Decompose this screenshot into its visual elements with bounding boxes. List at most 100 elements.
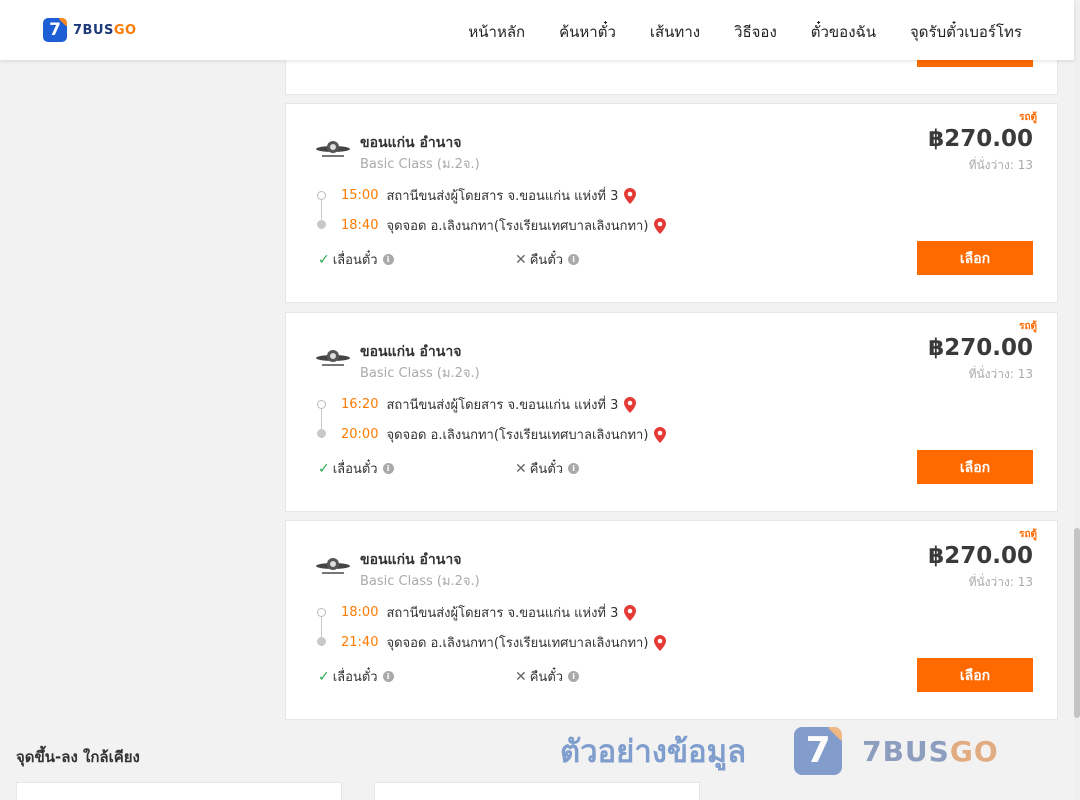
map-pin-icon[interactable] (624, 396, 637, 413)
trip-card: ขอนแก่น อำนาจ Basic Class (ม.2จ.) รถตู้฿27… (285, 103, 1058, 303)
trip-price: ฿270.00 (928, 126, 1033, 152)
page-scrollbar[interactable] (1074, 0, 1080, 800)
arrival-place: จุดจอด อ.เลิงนกทา(โรงเรียนเทศบาลเลิงนกทา… (386, 428, 649, 443)
map-pin-icon[interactable] (654, 634, 667, 651)
arrival-stop: 20:00 จุดจอด อ.เลิงนกทา(โรงเรียนเทศบาลเลิ… (341, 424, 667, 445)
trip-price: ฿270.00 (928, 543, 1033, 569)
info-icon[interactable]: i (382, 254, 394, 265)
change-ticket-label: เลื่อนตั๋ว (332, 253, 378, 268)
operator-emblem-icon (314, 554, 352, 578)
refund-ticket-label: คืนตั๋ว (529, 462, 564, 477)
arrival-time: 21:40 (341, 635, 379, 650)
arrival-stop: 21:40 จุดจอด อ.เลิงนกทา(โรงเรียนเทศบาลเลิ… (341, 632, 667, 653)
timeline-line (321, 617, 322, 637)
arrival-stop: 18:40 จุดจอด อ.เลิงนกทา(โรงเรียนเทศบาลเลิ… (341, 215, 667, 236)
arrival-time: 18:40 (341, 218, 379, 233)
change-ticket-label: เลื่อนตั๋ว (332, 670, 378, 685)
departure-stop: 16:20 สถานีขนส่งผู้โดยสาร จ.ขอนแก่น แห่งท… (341, 394, 637, 415)
select-trip-button[interactable]: เลือก (917, 450, 1033, 484)
change-ticket-label: เลื่อนตั๋ว (332, 462, 378, 477)
arrival-time: 20:00 (341, 427, 379, 442)
cross-icon: ✕ (515, 668, 527, 685)
map-pin-icon[interactable] (624, 187, 637, 204)
check-icon: ✓ (318, 668, 330, 685)
arrival-place: จุดจอด อ.เลิงนกทา(โรงเรียนเทศบาลเลิงนกทา… (386, 219, 649, 234)
seats-available: ที่นั่งว่าง: 13 (968, 367, 1033, 381)
trip-price: ฿270.00 (928, 335, 1033, 361)
refund-ticket-label: คืนตั๋ว (529, 670, 564, 685)
departure-place: สถานีขนส่งผู้โดยสาร จ.ขอนแก่น แห่งที่ 3 (386, 398, 619, 413)
nav-my-tickets[interactable]: ตั๋วของฉัน (811, 20, 876, 44)
departure-place: สถานีขนส่งผู้โดยสาร จ.ขอนแก่น แห่งที่ 3 (386, 606, 619, 621)
main-nav: หน้าหลัก ค้นหาตั๋ว เส้นทาง วิธีจอง ตั๋วข… (468, 20, 1022, 44)
departure-stop: 18:00 สถานีขนส่งผู้โดยสาร จ.ขอนแก่น แห่งท… (341, 602, 637, 623)
timeline-start-dot (317, 400, 326, 409)
operator-name: ขอนแก่น อำนาจ (360, 344, 462, 360)
logo-wordmark: 7BUSGO (73, 22, 137, 38)
change-ticket-feature: ✓ เลื่อนตั๋ว i (318, 666, 394, 687)
trip-card: ขอนแก่น อำนาจ Basic Class (ม.2จ.) รถตู้฿27… (285, 312, 1058, 512)
operator-emblem-icon (314, 137, 352, 161)
info-icon[interactable]: i (382, 463, 394, 474)
seats-available: ที่นั่งว่าง: 13 (968, 158, 1033, 172)
select-trip-button[interactable]: เลือก (917, 241, 1033, 275)
operator-name: ขอนแก่น อำนาจ (360, 552, 462, 568)
select-trip-button[interactable]: เลือก (917, 658, 1033, 692)
watermark-brand: 7BUSGO (862, 734, 999, 768)
bus-class: Basic Class (ม.2จ.) (360, 366, 480, 381)
change-ticket-feature: ✓ เลื่อนตั๋ว i (318, 458, 394, 479)
map-pin-icon[interactable] (624, 604, 637, 621)
check-icon: ✓ (318, 460, 330, 477)
nav-home[interactable]: หน้าหลัก (468, 20, 525, 44)
cross-icon: ✕ (515, 460, 527, 477)
timeline-end-dot (317, 220, 326, 229)
top-header: 7 7BUSGO หน้าหลัก ค้นหาตั๋ว เส้นทาง วิธี… (0, 0, 1074, 60)
timeline-line (321, 409, 322, 429)
nav-ticket-pickup[interactable]: จุดรับตั๋วเบอร์โทร (910, 20, 1022, 44)
sample-data-watermark: ตัวอย่างข้อมูล 7 7BUSGO (560, 726, 999, 776)
departure-time: 15:00 (341, 188, 379, 203)
departure-stop: 15:00 สถานีขนส่งผู้โดยสาร จ.ขอนแก่น แห่งท… (341, 185, 637, 206)
operator-emblem-icon (314, 346, 352, 370)
check-icon: ✓ (318, 251, 330, 268)
bus-class: Basic Class (ม.2จ.) (360, 574, 480, 589)
trip-card: ขอนแก่น อำนาจ Basic Class (ม.2จ.) รถตู้฿27… (285, 520, 1058, 720)
vehicle-type-badge: รถตู้ (1019, 321, 1037, 332)
nav-routes[interactable]: เส้นทาง (650, 20, 700, 44)
nearby-stop-card[interactable] (16, 782, 342, 800)
info-icon[interactable]: i (568, 463, 580, 474)
cross-icon: ✕ (515, 251, 527, 268)
watermark-text: ตัวอย่างข้อมูล (560, 734, 747, 770)
info-icon[interactable]: i (568, 671, 580, 682)
map-pin-icon[interactable] (654, 426, 667, 443)
refund-ticket-feature: ✕ คืนตั๋ว i (515, 458, 580, 479)
nav-search-ticket[interactable]: ค้นหาตั๋ว (559, 20, 616, 44)
refund-ticket-label: คืนตั๋ว (529, 253, 564, 268)
bus-class: Basic Class (ม.2จ.) (360, 157, 480, 172)
logo-badge-icon: 7 (43, 18, 67, 42)
departure-place: สถานีขนส่งผู้โดยสาร จ.ขอนแก่น แห่งที่ 3 (386, 189, 619, 204)
seats-available: ที่นั่งว่าง: 13 (968, 575, 1033, 589)
nearby-stops-title: จุดขึ้น-ลง ใกล้เคียง (16, 748, 140, 766)
timeline-end-dot (317, 429, 326, 438)
timeline-line (321, 200, 322, 220)
watermark-logo-icon: 7 (794, 727, 843, 775)
timeline-start-dot (317, 191, 326, 200)
map-pin-icon[interactable] (654, 217, 667, 234)
info-icon[interactable]: i (382, 671, 394, 682)
site-logo[interactable]: 7 7BUSGO (43, 18, 137, 42)
arrival-place: จุดจอด อ.เลิงนกทา(โรงเรียนเทศบาลเลิงนกทา… (386, 636, 649, 651)
refund-ticket-feature: ✕ คืนตั๋ว i (515, 249, 580, 270)
operator-name: ขอนแก่น อำนาจ (360, 135, 462, 151)
timeline-start-dot (317, 608, 326, 617)
change-ticket-feature: ✓ เลื่อนตั๋ว i (318, 249, 394, 270)
timeline-end-dot (317, 637, 326, 646)
nav-how-to-book[interactable]: วิธีจอง (734, 20, 777, 44)
departure-time: 18:00 (341, 605, 379, 620)
scrollbar-thumb[interactable] (1074, 528, 1080, 718)
nearby-stop-card[interactable] (374, 782, 700, 800)
info-icon[interactable]: i (568, 254, 580, 265)
refund-ticket-feature: ✕ คืนตั๋ว i (515, 666, 580, 687)
vehicle-type-badge: รถตู้ (1019, 529, 1037, 540)
vehicle-type-badge: รถตู้ (1019, 112, 1037, 123)
